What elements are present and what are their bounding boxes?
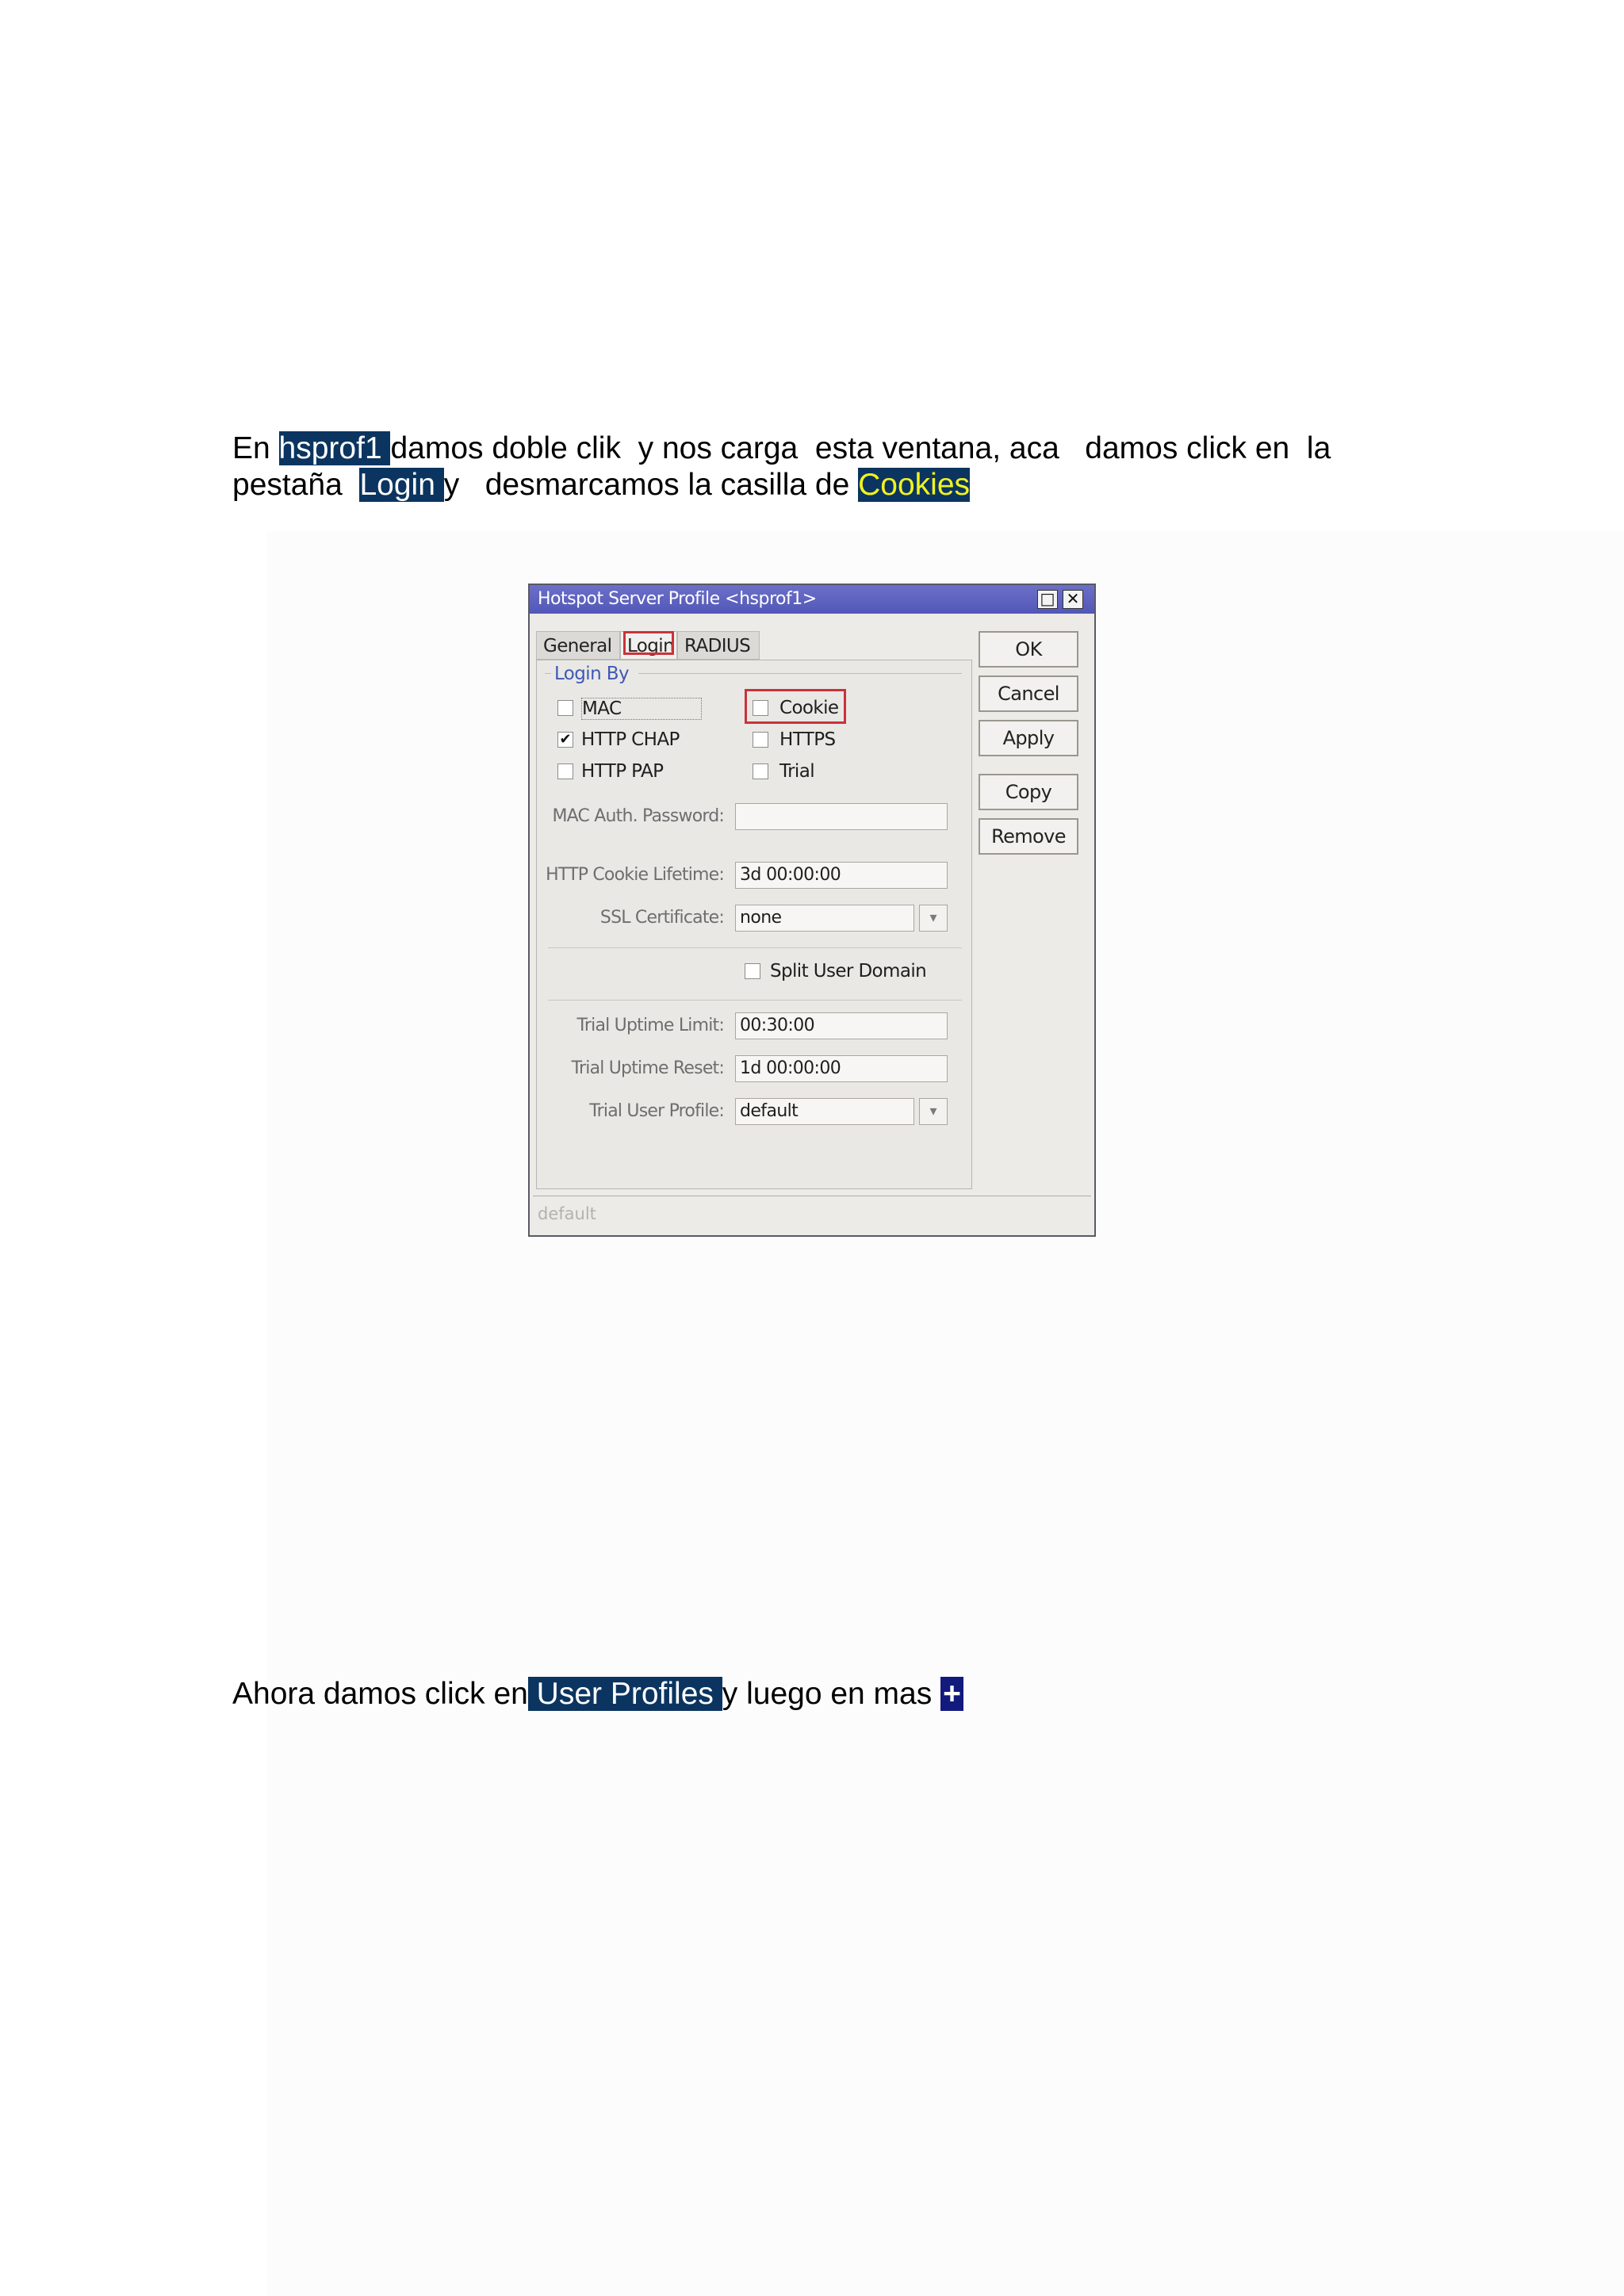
group-line bbox=[545, 673, 551, 674]
mac-auth-password-label: MAC Auth. Password: bbox=[552, 806, 724, 826]
http-pap-checkbox[interactable] bbox=[557, 763, 573, 779]
https-label: HTTPS bbox=[779, 729, 836, 750]
copy-button[interactable]: Copy bbox=[979, 774, 1078, 810]
highlight-login: Login bbox=[359, 468, 444, 502]
highlight-hsprof1: hsprof1 bbox=[278, 431, 391, 465]
group-line bbox=[638, 673, 962, 674]
mac-label: MAC bbox=[581, 698, 702, 720]
highlight-cookies: Cookies bbox=[858, 468, 971, 502]
https-checkbox[interactable] bbox=[753, 732, 768, 748]
http-cookie-lifetime-label: HTTP Cookie Lifetime: bbox=[546, 865, 725, 885]
text: En bbox=[232, 431, 279, 465]
text: damos doble clik y nos carga esta ventan… bbox=[390, 431, 1331, 465]
dialog-titlebar: Hotspot Server Profile <hsprof1> bbox=[530, 585, 1094, 614]
login-panel: Login By MAC ✔ HTTP CHAP HTTP PAP Cookie… bbox=[536, 660, 972, 1189]
http-chap-checkbox[interactable]: ✔ bbox=[557, 732, 573, 748]
text: y luego en mas bbox=[722, 1677, 941, 1711]
split-user-domain-checkbox[interactable] bbox=[745, 963, 760, 979]
instruction-line-1: En hsprof1 damos doble clik y nos carga … bbox=[232, 430, 1331, 467]
mac-checkbox[interactable] bbox=[557, 700, 573, 716]
cookie-highlight bbox=[745, 689, 846, 724]
text: Ahora damos click en bbox=[232, 1677, 528, 1711]
text: pestaña bbox=[232, 468, 360, 502]
plus-icon: + bbox=[940, 1677, 963, 1711]
instruction-line-3: Ahora damos click en User Profiles y lue… bbox=[232, 1676, 963, 1712]
dialog-title: Hotspot Server Profile <hsprof1> bbox=[538, 589, 817, 609]
http-cookie-lifetime-field[interactable]: 3d 00:00:00 bbox=[735, 862, 948, 889]
trial-uptime-reset-label: Trial Uptime Reset: bbox=[571, 1058, 725, 1078]
trial-uptime-reset-field[interactable]: 1d 00:00:00 bbox=[735, 1055, 948, 1082]
dropdown-arrow-icon[interactable]: ▾ bbox=[919, 1098, 948, 1125]
status-bar: default bbox=[533, 1196, 1091, 1231]
login-tab-highlight bbox=[623, 631, 674, 655]
text: y desmarcamos la casilla de bbox=[443, 468, 859, 502]
tab-general[interactable]: General bbox=[536, 631, 620, 660]
split-user-domain-label: Split User Domain bbox=[770, 961, 927, 982]
trial-label: Trial bbox=[779, 761, 815, 782]
close-icon[interactable]: ✕ bbox=[1063, 590, 1083, 609]
hotspot-server-profile-dialog: Hotspot Server Profile <hsprof1> □ ✕ Gen… bbox=[528, 584, 1096, 1237]
maximize-icon[interactable]: □ bbox=[1037, 590, 1058, 609]
separator bbox=[548, 947, 962, 948]
instruction-line-2: pestaña Login y desmarcamos la casilla d… bbox=[232, 467, 971, 503]
login-by-label: Login By bbox=[554, 664, 630, 684]
trial-uptime-limit-field[interactable]: 00:30:00 bbox=[735, 1012, 948, 1039]
dropdown-arrow-icon[interactable]: ▾ bbox=[919, 905, 948, 932]
remove-button[interactable]: Remove bbox=[979, 818, 1078, 855]
trial-user-profile-label: Trial User Profile: bbox=[589, 1101, 725, 1121]
tab-radius[interactable]: RADIUS bbox=[677, 631, 760, 660]
ssl-certificate-label: SSL Certificate: bbox=[599, 908, 725, 928]
trial-user-profile-select[interactable]: default bbox=[735, 1098, 914, 1125]
ssl-certificate-select[interactable]: none bbox=[735, 905, 914, 932]
trial-uptime-limit-label: Trial Uptime Limit: bbox=[576, 1016, 725, 1035]
mac-auth-password-field[interactable] bbox=[735, 803, 948, 830]
ok-button[interactable]: OK bbox=[979, 631, 1078, 668]
apply-button[interactable]: Apply bbox=[979, 720, 1078, 756]
cancel-button[interactable]: Cancel bbox=[979, 675, 1078, 712]
highlight-user-profiles: User Profiles bbox=[527, 1677, 722, 1711]
trial-checkbox[interactable] bbox=[753, 763, 768, 779]
http-pap-label: HTTP PAP bbox=[581, 761, 664, 782]
http-chap-label: HTTP CHAP bbox=[581, 729, 680, 750]
separator bbox=[548, 1000, 962, 1001]
checkmark-icon: ✔ bbox=[559, 731, 572, 748]
